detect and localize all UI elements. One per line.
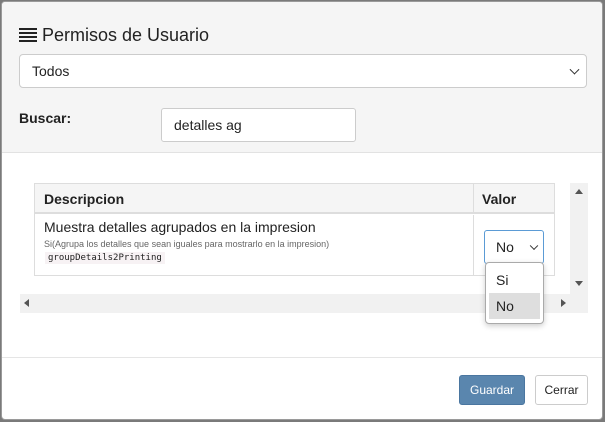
modal-title-text: Permisos de Usuario bbox=[42, 24, 210, 45]
scroll-down-icon[interactable] bbox=[575, 281, 583, 286]
search-input-value: detalles ag bbox=[174, 117, 242, 133]
chevron-down-icon bbox=[569, 64, 580, 75]
filter-select-value: Todos bbox=[32, 63, 70, 79]
filter-select[interactable]: Todos bbox=[19, 54, 587, 88]
permission-value-select[interactable]: No bbox=[484, 230, 544, 264]
dropdown-option-si[interactable]: Si bbox=[489, 267, 540, 293]
column-header-value: Valor bbox=[482, 191, 517, 207]
vertical-scrollbar[interactable] bbox=[570, 183, 588, 294]
footer-divider bbox=[2, 357, 602, 358]
save-button[interactable]: Guardar bbox=[459, 375, 525, 405]
permission-code: groupDetails2Printing bbox=[45, 252, 165, 264]
scroll-left-icon[interactable] bbox=[24, 299, 29, 307]
table-header: Descripcion Valor bbox=[35, 184, 554, 214]
table-row: Muestra detalles agrupados en la impresi… bbox=[35, 215, 554, 276]
dropdown-option-no[interactable]: No bbox=[489, 293, 540, 319]
scroll-up-icon[interactable] bbox=[575, 189, 583, 194]
permission-title: Muestra detalles agrupados en la impresi… bbox=[44, 219, 316, 235]
close-button[interactable]: Cerrar bbox=[535, 375, 588, 405]
search-label: Buscar: bbox=[19, 110, 72, 126]
modal-header: Permisos de Usuario Todos Buscar: detall… bbox=[2, 2, 602, 153]
column-header-description: Descripcion bbox=[44, 191, 125, 207]
modal-title: Permisos de Usuario bbox=[19, 23, 209, 47]
search-input[interactable]: detalles ag bbox=[161, 108, 356, 142]
user-permissions-modal: Permisos de Usuario Todos Buscar: detall… bbox=[1, 1, 603, 420]
chevron-down-icon bbox=[529, 241, 539, 251]
hamburger-list-icon bbox=[19, 28, 37, 42]
permissions-table: Descripcion Valor Muestra detalles agrup… bbox=[34, 183, 555, 276]
permission-subtitle: Si(Agrupa los detalles que sean iguales … bbox=[44, 239, 330, 249]
scroll-right-icon[interactable] bbox=[561, 299, 566, 307]
permission-value: No bbox=[496, 239, 514, 255]
value-dropdown-list: Si No bbox=[485, 262, 544, 324]
